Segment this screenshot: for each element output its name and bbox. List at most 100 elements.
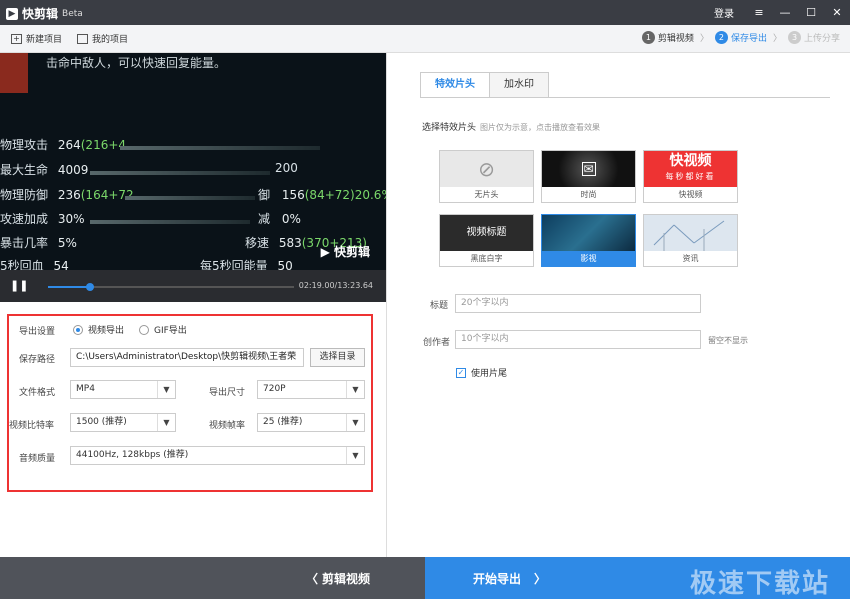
login-link[interactable]: 登录 (714, 5, 734, 20)
intro-preview: ⊘ (440, 151, 533, 187)
step-share[interactable]: 3 上传分享 (787, 31, 840, 44)
stat-value-right: 200 (275, 161, 298, 175)
progress-slider[interactable] (48, 283, 294, 291)
start-export-label: 开始导出 (473, 572, 522, 586)
stat-value: 54 (53, 259, 69, 270)
pause-icon[interactable]: ❚❚ (10, 279, 28, 292)
stat-value: 4009 (57, 163, 89, 177)
export-size-select[interactable]: 720P ▼ (257, 380, 365, 399)
maximize-icon[interactable]: ☐ (798, 0, 824, 25)
video-stat-row-right: 减 0% (258, 210, 301, 227)
bitrate-label: 视频比特率 (9, 421, 55, 431)
back-chevron-icon: 〈 (306, 572, 319, 586)
progress-handle[interactable] (85, 283, 94, 291)
video-top-text: 击命中敌人，可以快速回复能量。 (46, 56, 227, 70)
fps-label: 视频帧率 (209, 421, 246, 431)
file-format-value: MP4 (76, 384, 95, 394)
stat-detail: (84+72) (304, 188, 355, 202)
fps-select[interactable]: 25 (推荐) ▼ (257, 413, 365, 432)
intro-tile-none[interactable]: ⊘ 无片头 (439, 150, 534, 203)
my-projects-label: 我的项目 (92, 35, 129, 45)
radio-selected-icon (73, 324, 83, 335)
title-bar: ▶ 快剪辑 Beta 登录 ≡ — ☐ ✕ (0, 0, 850, 25)
stat-value: 30% (57, 212, 85, 226)
stat-name: 物理攻击 (0, 138, 49, 152)
my-projects-button[interactable]: 我的项目 (77, 32, 128, 45)
video-hero-avatar (0, 53, 28, 93)
save-path-field[interactable]: C:\Users\Administrator\Desktop\快剪辑视频\王者荣 (70, 348, 304, 367)
intro-section-hint: 图片仅为示意，点击播放查看效果 (480, 123, 601, 132)
back-to-edit-label: 剪辑视频 (322, 572, 371, 586)
step-number: 3 (787, 31, 801, 44)
stat-value: 236 (57, 188, 81, 202)
tab-effects-intro[interactable]: 特效片头 (420, 72, 490, 98)
audio-quality-select[interactable]: 44100Hz, 128kbps (推荐) ▼ (70, 446, 365, 465)
news-lines-graphic (653, 220, 725, 251)
close-icon[interactable]: ✕ (824, 0, 850, 25)
playback-controls: ❚❚ 02:19.00/13:23.64 (0, 270, 386, 302)
intro-tile-black-white[interactable]: 视频标题 黑底白字 (439, 214, 534, 267)
toolbar: + 新建项目 我的项目 1 剪辑视频 〉 2 保存导出 〉 3 上传分享 (0, 25, 850, 53)
video-preview[interactable]: 击命中敌人，可以快速回复能量。 物理攻击 264(216+4 最大生命 4009… (0, 53, 386, 270)
stat-value: 50 (277, 259, 293, 270)
intro-caption: 无片头 (440, 187, 533, 202)
checkbox-checked-icon: ✓ (456, 367, 466, 378)
intro-preview: 快视频 每秒都好看 (644, 151, 737, 187)
author-input[interactable]: 10个字以内 (455, 330, 701, 349)
step-number: 1 (641, 31, 655, 44)
step-number: 2 (714, 31, 728, 44)
stat-value: 583 (278, 236, 302, 250)
menu-icon[interactable]: ≡ (746, 0, 772, 25)
dropdown-arrow-icon: ▼ (157, 414, 175, 431)
bitrate-select[interactable]: 1500 (推荐) ▼ (70, 413, 176, 432)
video-stat-row: 物理防御 236(164+72 (0, 186, 134, 203)
step-indicator: 1 剪辑视频 〉 2 保存导出 〉 3 上传分享 (636, 31, 840, 44)
title-input[interactable]: 20个字以内 (455, 294, 701, 313)
radio-video-export[interactable]: 视频导出 (73, 323, 124, 336)
step-export[interactable]: 2 保存导出 (714, 31, 767, 44)
save-path-label: 保存路径 (19, 355, 56, 365)
radio-gif-label: GIF导出 (154, 326, 187, 336)
step-label: 剪辑视频 (657, 34, 694, 44)
audio-quality-value: 44100Hz, 128kbps (推荐) (76, 450, 189, 460)
playback-time: 02:19.00/13:23.64 (298, 281, 373, 290)
intro-tile-news[interactable]: 资讯 (643, 214, 738, 267)
intro-section-title-text: 选择特效片头 (422, 123, 477, 133)
app-name: 快剪辑 (22, 7, 59, 21)
file-format-select[interactable]: MP4 ▼ (70, 380, 176, 399)
intro-caption: 黑底白字 (440, 251, 533, 266)
envelope-icon: ✉ (581, 162, 596, 176)
file-format-label: 文件格式 (19, 388, 56, 398)
stat-name: 御 (258, 188, 271, 202)
dropdown-arrow-icon: ▼ (346, 414, 364, 431)
tab-watermark[interactable]: 加水印 (489, 72, 549, 98)
panel-divider (386, 53, 387, 557)
step-edit[interactable]: 1 剪辑视频 (641, 31, 694, 44)
minimize-icon[interactable]: — (772, 0, 798, 25)
new-project-label: 新建项目 (26, 35, 63, 45)
video-stat-row: 物理攻击 264(216+4 (0, 136, 126, 153)
step-separator: 〉 (699, 34, 709, 44)
start-export-button[interactable]: 开始导出 〉 极速下载站 (425, 557, 850, 599)
step-label: 上传分享 (803, 34, 840, 44)
video-watermark-text: 快剪辑 (333, 245, 370, 259)
dropdown-arrow-icon: ▼ (346, 381, 364, 398)
intro-caption: 快视频 (644, 187, 737, 202)
use-ending-checkbox[interactable]: ✓ 使用片尾 (456, 366, 507, 379)
choose-directory-button[interactable]: 选择目录 (310, 348, 365, 367)
stat-percent: 20.6% (354, 188, 386, 202)
folder-icon (77, 33, 88, 44)
bitrate-value: 1500 (推荐) (76, 417, 127, 427)
intro-preview (542, 215, 635, 251)
export-size-value: 720P (263, 384, 286, 394)
radio-gif-export[interactable]: GIF导出 (139, 323, 187, 336)
intro-tile-fashion[interactable]: ✉ 时尚 (541, 150, 636, 203)
new-project-button[interactable]: + 新建项目 (11, 32, 62, 45)
export-settings-panel: 导出设置 视频导出 GIF导出 保存路径 C:\Users\Administra… (7, 314, 373, 492)
video-stat-row: 攻速加成 30% (0, 210, 85, 227)
intro-tile-film[interactable]: 影视 (541, 214, 636, 267)
stat-value: 264 (57, 138, 81, 152)
intro-tile-kuaishipin[interactable]: 快视频 每秒都好看 快视频 (643, 150, 738, 203)
back-to-edit-button[interactable]: 〈 剪辑视频 (0, 557, 425, 599)
new-project-icon: + (11, 33, 22, 44)
